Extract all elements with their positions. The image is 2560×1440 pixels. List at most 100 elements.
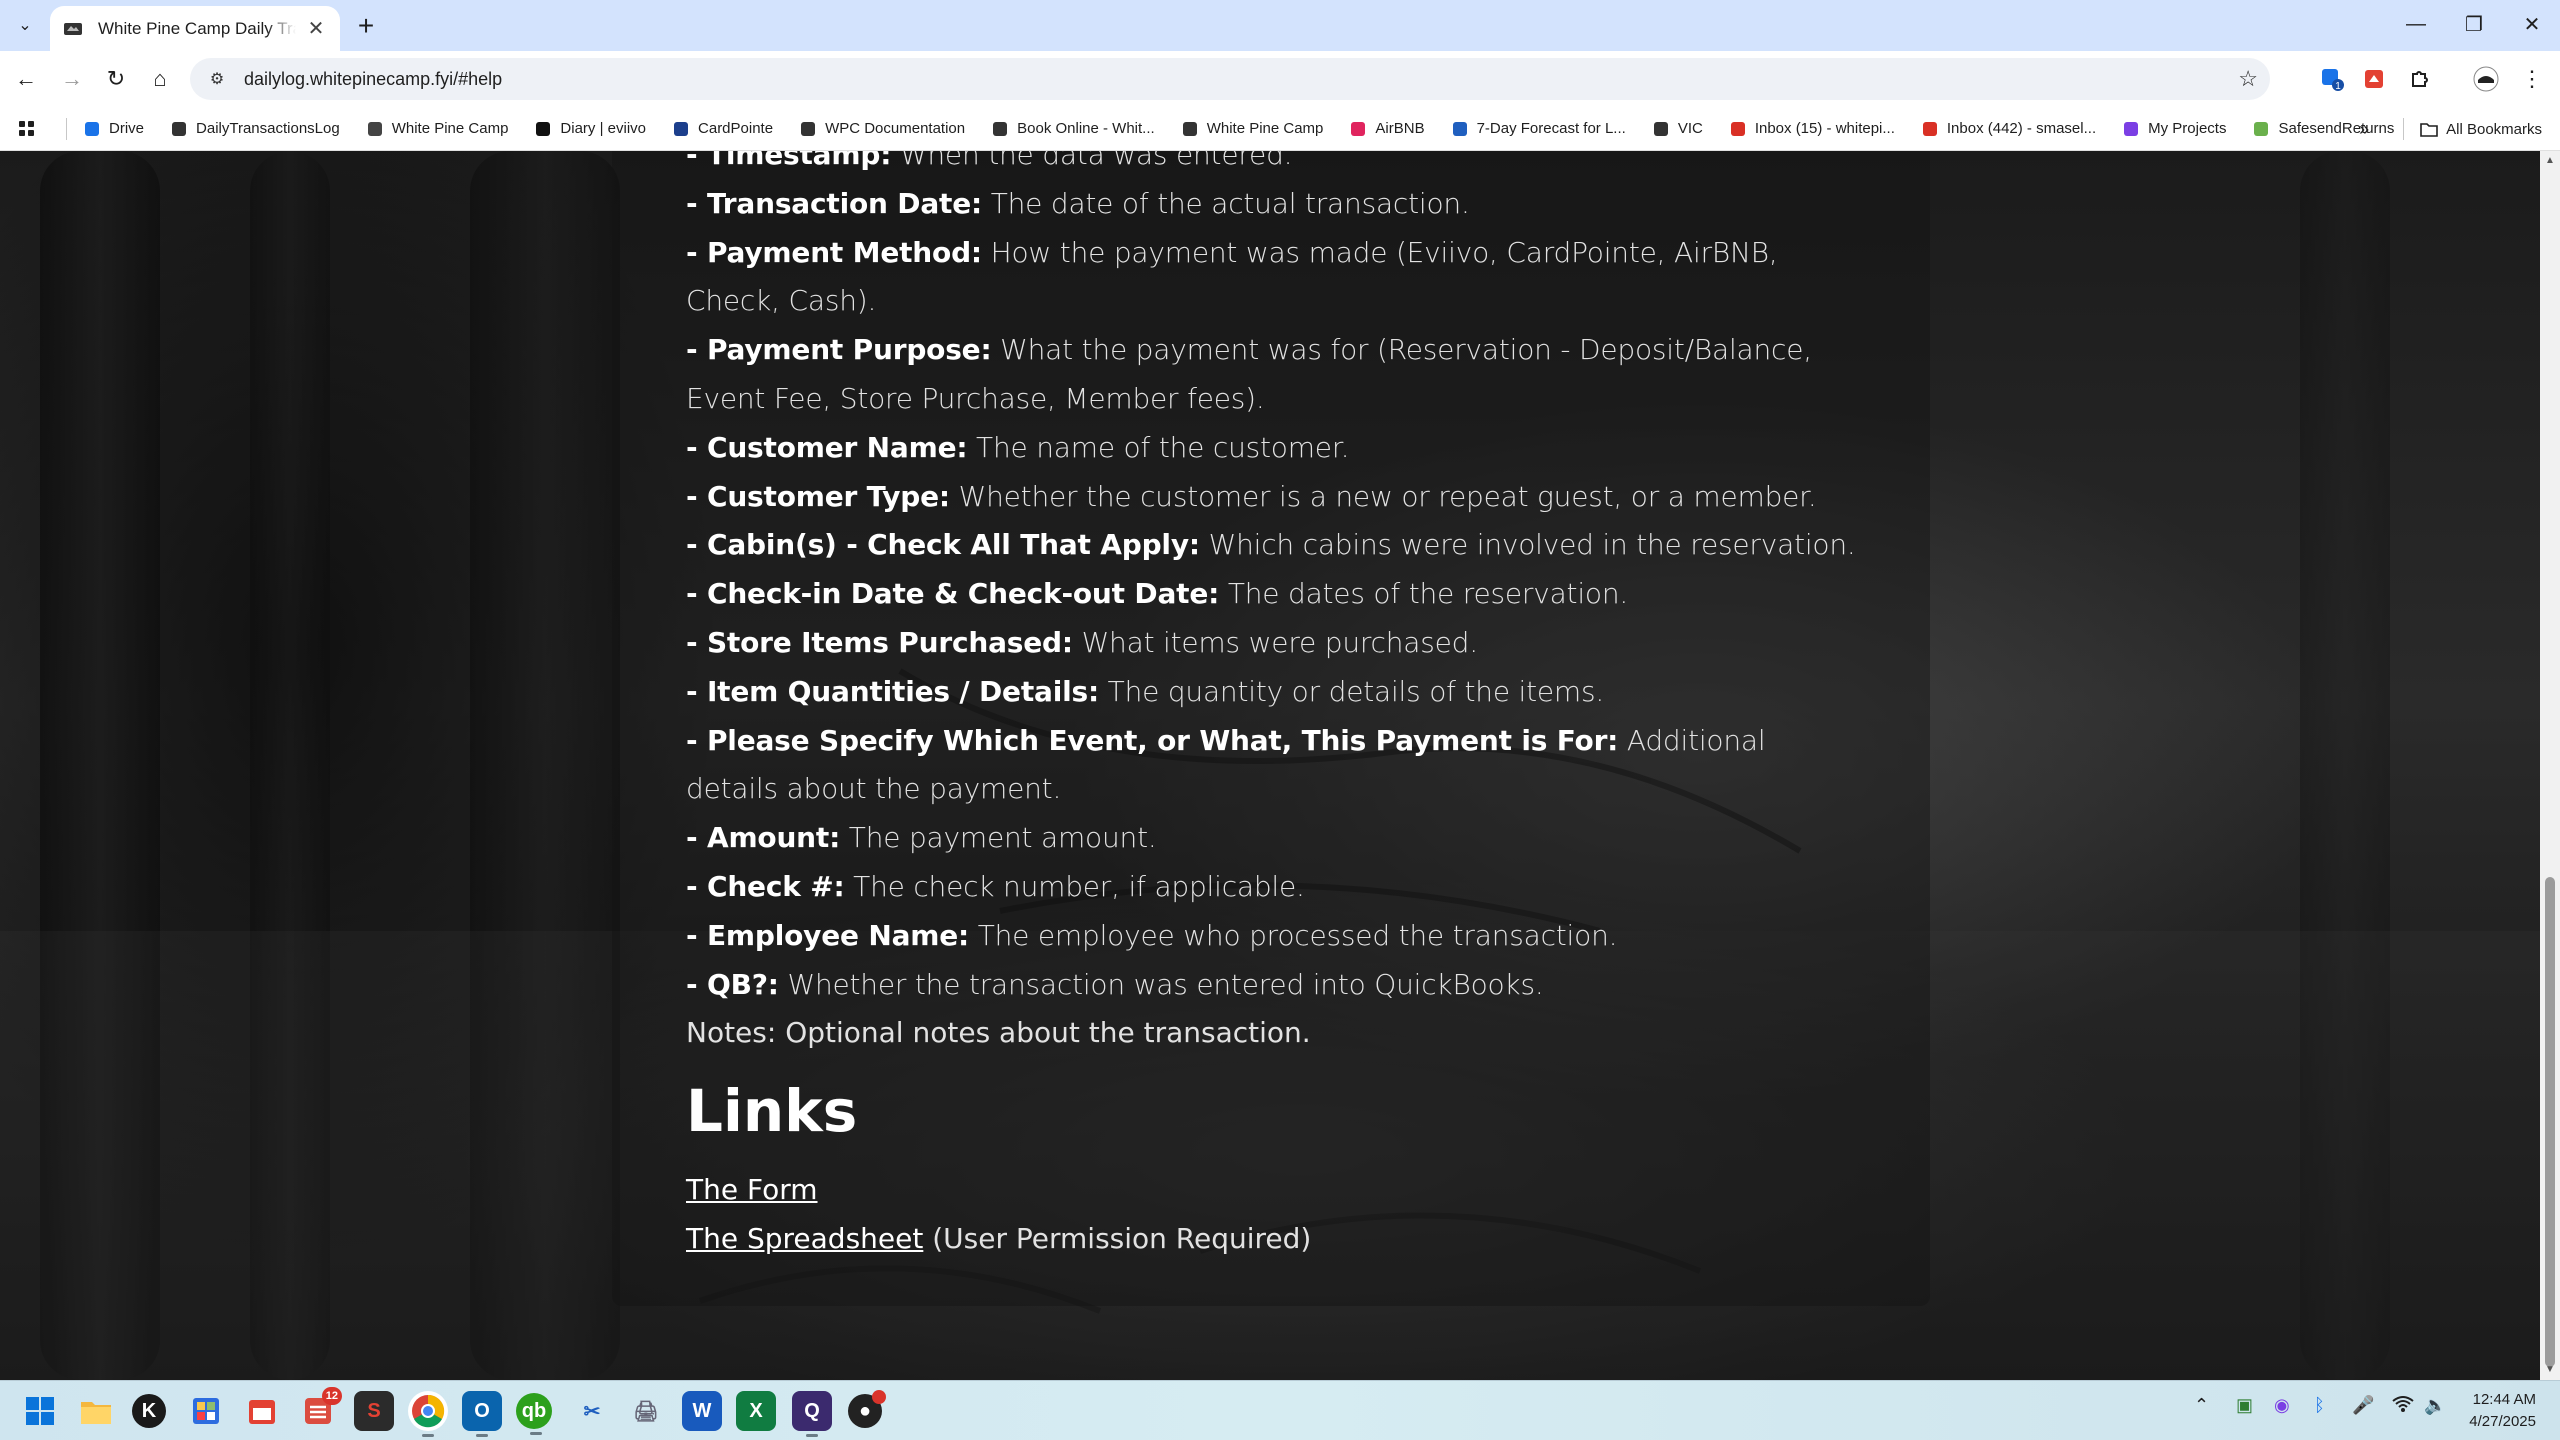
bookmark-item[interactable]: White Pine Camp [1181, 120, 1323, 138]
site-icon [799, 120, 817, 138]
todo-app-icon[interactable]: 12 [298, 1387, 342, 1431]
excel-icon[interactable]: X [736, 1391, 776, 1431]
field-meaning: The quantity or details of the items. [1098, 674, 1605, 708]
bookmark-item[interactable]: 7-Day Forecast for L... [1451, 120, 1626, 138]
tray-app-icon[interactable]: ▣ [2236, 1395, 2253, 1416]
outlook-icon[interactable]: O [462, 1391, 502, 1437]
field-name: - Payment Method: [686, 235, 982, 269]
extension-red-icon[interactable] [2358, 63, 2390, 95]
s-app-icon[interactable]: S [354, 1391, 394, 1431]
q-app-icon[interactable]: Q [792, 1391, 832, 1437]
scrollbar-thumb[interactable] [2545, 877, 2555, 1367]
tab-close-icon[interactable]: ✕ [304, 17, 328, 41]
field-name: - Employee Name: [686, 918, 970, 952]
airbnb-icon [1349, 120, 1367, 138]
extensions-puzzle-icon[interactable] [2404, 63, 2436, 95]
printer-icon[interactable]: 🖨 [626, 1391, 666, 1431]
quickbooks-icon[interactable]: qb [516, 1393, 552, 1435]
scroll-down-icon[interactable]: ▼ [2544, 1364, 2556, 1376]
field-meaning: The date of the actual transaction. [982, 186, 1470, 220]
bookmark-item[interactable]: Diary | eviivo [534, 120, 646, 138]
home-icon[interactable]: ⌂ [142, 61, 178, 97]
bookmark-item[interactable]: DailyTransactionsLog [170, 120, 340, 138]
bookmark-label: AirBNB [1375, 120, 1425, 137]
spreadsheet-permission-note: (User Permission Required) [923, 1221, 1312, 1255]
field-description: - Please Specify Which Event, or What, T… [686, 717, 1866, 815]
notes-description: Notes: Optional notes about the transact… [686, 1016, 1311, 1050]
bookmark-item[interactable]: White Pine Camp [366, 120, 509, 138]
gmail-icon [1729, 120, 1747, 138]
help-content: - Timestamp: When the data was entered. -… [686, 151, 1866, 1264]
profile-avatar[interactable] [2470, 63, 2502, 95]
field-name: - Timestamp: [686, 151, 892, 171]
url-text[interactable]: dailylog.whitepinecamp.fyi/#help [244, 69, 502, 90]
bookmark-label: DailyTransactionsLog [196, 120, 340, 137]
scroll-up-icon[interactable]: ▲ [2544, 155, 2556, 167]
bookmark-item[interactable]: CardPointe [672, 120, 773, 138]
back-icon[interactable]: ← [8, 61, 44, 97]
bookmark-item[interactable]: Book Online - Whit... [991, 120, 1155, 138]
address-bar[interactable]: ⚙ dailylog.whitepinecamp.fyi/#help ☆ [190, 58, 2270, 100]
bookmark-item[interactable]: Inbox (15) - whitepi... [1729, 120, 1895, 138]
field-description: - Employee Name: The employee who proces… [686, 912, 1866, 961]
more-bookmarks-icon[interactable]: » [2359, 119, 2369, 140]
field-description: - Item Quantities / Details: The quantit… [686, 668, 1866, 717]
bookmark-item[interactable]: My Projects [2122, 120, 2226, 138]
bookmark-item[interactable]: AirBNB [1349, 120, 1425, 138]
page-scrollbar[interactable]: ▲ ▼ [2540, 151, 2560, 1380]
minimize-icon[interactable]: — [2388, 0, 2444, 48]
show-hidden-icons-icon[interactable]: ⌃ [2194, 1395, 2209, 1416]
microphone-icon[interactable]: 🎤 [2352, 1395, 2374, 1416]
field-meaning: The dates of the reservation. [1219, 577, 1629, 611]
site-icon [170, 120, 188, 138]
photo-app-icon[interactable] [186, 1391, 226, 1431]
k-app-icon[interactable]: K [132, 1394, 166, 1428]
field-meaning: What items were purchased. [1072, 625, 1479, 659]
projects-icon [2122, 120, 2140, 138]
active-tab[interactable]: White Pine Camp Daily Transactions ✕ [50, 6, 340, 51]
extension-tasks-icon[interactable]: 1 [2316, 63, 2348, 95]
tab-search-icon[interactable]: ⌄ [10, 10, 40, 40]
all-bookmarks-label: All Bookmarks [2446, 120, 2542, 138]
all-bookmarks-button[interactable]: All Bookmarks [2420, 120, 2542, 138]
tray-circle-icon[interactable]: ◉ [2274, 1395, 2290, 1416]
bookmark-item[interactable]: Inbox (442) - smasel... [1921, 120, 2096, 138]
wifi-icon[interactable] [2392, 1395, 2414, 1418]
close-window-icon[interactable]: ✕ [2504, 0, 2560, 48]
bookmark-item[interactable]: Drive [83, 120, 144, 138]
site-info-icon[interactable]: ⚙ [204, 66, 230, 92]
system-clock[interactable]: 12:44 AM 4/27/2025 [2469, 1389, 2536, 1433]
bookmark-star-icon[interactable]: ☆ [2238, 66, 2258, 92]
restore-icon[interactable]: ❐ [2446, 0, 2502, 48]
browser-toolbar: ← → ↻ ⌂ ⚙ dailylog.whitepinecamp.fyi/#he… [0, 51, 2560, 107]
reload-icon[interactable]: ↻ [98, 61, 134, 97]
word-icon[interactable]: W [682, 1391, 722, 1431]
bookmark-item[interactable]: WPC Documentation [799, 120, 965, 138]
snipping-tool-icon[interactable]: ✂ [572, 1391, 612, 1431]
forward-icon[interactable]: → [54, 61, 90, 97]
volume-icon[interactable]: 🔈 [2424, 1395, 2446, 1416]
folder-icon [366, 120, 384, 138]
globe-icon [991, 120, 1009, 138]
file-explorer-icon[interactable] [76, 1391, 116, 1431]
bluetooth-icon[interactable]: ᛒ [2314, 1395, 2325, 1416]
new-tab-button[interactable]: + [350, 10, 382, 42]
field-name: - Payment Purpose: [686, 333, 992, 367]
running-indicator [422, 1434, 434, 1437]
field-name: - Check-in Date & Check-out Date: [686, 577, 1220, 611]
browser-menu-icon[interactable]: ⋮ [2514, 61, 2550, 97]
form-link[interactable]: The Form [686, 1173, 818, 1206]
apps-grid-icon[interactable] [18, 120, 36, 138]
chrome-taskbar-icon[interactable] [408, 1391, 448, 1437]
field-description: - Customer Name: The name of the custome… [686, 424, 1866, 473]
bookmark-separator [2403, 118, 2405, 140]
field-description: - Check-in Date & Check-out Date: The da… [686, 570, 1866, 619]
drive-icon [83, 120, 101, 138]
bookmark-label: White Pine Camp [391, 120, 509, 137]
windows-start-icon[interactable] [20, 1391, 60, 1431]
bookmark-item[interactable]: VIC [1652, 120, 1703, 138]
calendar-app-icon[interactable] [242, 1391, 282, 1431]
running-indicator [476, 1434, 488, 1437]
spreadsheet-link[interactable]: The Spreadsheet [686, 1222, 923, 1255]
dark-app-icon[interactable]: ● [848, 1390, 886, 1428]
